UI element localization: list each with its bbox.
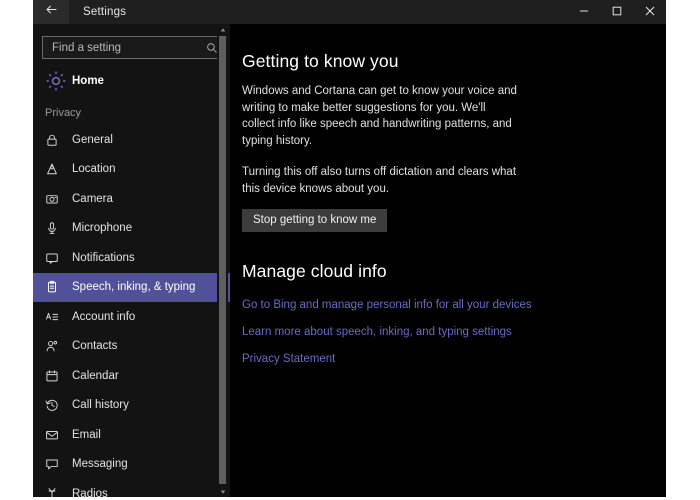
scroll-down-icon[interactable]	[217, 486, 228, 497]
sidebar-section-header: Privacy	[33, 95, 230, 125]
link-privacy-statement[interactable]: Privacy Statement	[242, 353, 335, 365]
sidebar-item-label: Email	[72, 429, 101, 441]
chat-bubble-icon	[45, 457, 67, 471]
back-arrow-icon	[45, 3, 58, 21]
notification-icon	[45, 251, 67, 265]
sidebar-item-general[interactable]: General	[33, 125, 230, 155]
maximize-icon	[612, 3, 622, 21]
sidebar-item-account-info[interactable]: Account info	[33, 302, 230, 332]
search-container	[33, 24, 230, 65]
content-panel: Getting to know you Windows and Cortana …	[230, 24, 666, 497]
sidebar-item-label: Notifications	[72, 252, 135, 264]
sidebar-item-notifications[interactable]: Notifications	[33, 243, 230, 273]
back-button[interactable]	[33, 0, 69, 24]
sidebar-item-label: Speech, inking, & typing	[72, 281, 195, 293]
scrollbar-thumb[interactable]	[219, 36, 226, 484]
minimize-icon	[579, 3, 589, 21]
lock-icon	[45, 133, 67, 147]
search-input[interactable]	[52, 42, 206, 54]
manage-cloud-info-heading: Manage cloud info	[242, 261, 666, 282]
sidebar-item-camera[interactable]: Camera	[33, 184, 230, 214]
sidebar-scrollbar[interactable]	[217, 24, 228, 497]
search-box[interactable]	[42, 36, 219, 59]
camera-icon	[45, 192, 67, 206]
sidebar-item-label: Location	[72, 163, 115, 175]
sidebar-item-label: Microphone	[72, 222, 132, 234]
clipboard-icon	[45, 280, 67, 294]
clock-history-icon	[45, 398, 67, 412]
link-bing-manage-personal-info[interactable]: Go to Bing and manage personal info for …	[242, 299, 532, 311]
sidebar-item-home[interactable]: Home	[33, 67, 230, 95]
sidebar-item-label: General	[72, 134, 113, 146]
maximize-button[interactable]	[600, 0, 633, 24]
sidebar: Home Privacy General Location Camera Microp…	[33, 24, 230, 497]
title-bar: Settings	[33, 0, 666, 24]
sidebar-item-label: Calendar	[72, 370, 119, 382]
sidebar-item-calendar[interactable]: Calendar	[33, 361, 230, 391]
sidebar-item-email[interactable]: Email	[33, 420, 230, 450]
calendar-icon	[45, 369, 67, 383]
sidebar-item-label: Home	[72, 75, 104, 87]
sidebar-item-location[interactable]: Location	[33, 155, 230, 185]
sidebar-item-microphone[interactable]: Microphone	[33, 214, 230, 244]
app-title: Settings	[69, 0, 126, 24]
sidebar-item-label: Account info	[72, 311, 135, 323]
link-learn-more-speech-inking-typing[interactable]: Learn more about speech, inking, and typ…	[242, 326, 512, 338]
scroll-up-icon[interactable]	[217, 24, 228, 35]
sidebar-item-messaging[interactable]: Messaging	[33, 450, 230, 480]
envelope-icon	[45, 428, 67, 442]
sidebar-nav-list: General Location Camera Microphone Notificat…	[33, 125, 230, 497]
page-title: Getting to know you	[242, 51, 666, 72]
sidebar-item-label: Contacts	[72, 340, 117, 352]
minimize-button[interactable]	[567, 0, 600, 24]
sidebar-item-call-history[interactable]: Call history	[33, 391, 230, 421]
sidebar-item-contacts[interactable]: Contacts	[33, 332, 230, 362]
gear-icon	[45, 70, 67, 92]
location-pin-icon	[45, 162, 67, 176]
contacts-icon	[45, 339, 67, 353]
close-button[interactable]	[633, 0, 666, 24]
intro-paragraph: Windows and Cortana can get to know your…	[242, 83, 520, 149]
sidebar-item-label: Call history	[72, 399, 129, 411]
antenna-icon	[45, 487, 67, 497]
window-controls	[567, 0, 666, 24]
sidebar-item-speech-inking-typing[interactable]: Speech, inking, & typing	[33, 273, 230, 303]
sidebar-item-radios[interactable]: Radios	[33, 479, 230, 497]
window-body: Home Privacy General Location Camera Microp…	[33, 24, 666, 497]
account-info-icon	[45, 310, 67, 324]
settings-window: Settings	[33, 0, 666, 497]
sidebar-item-label: Radios	[72, 488, 108, 497]
microphone-icon	[45, 221, 67, 235]
stop-getting-to-know-me-button[interactable]: Stop getting to know me	[242, 209, 387, 232]
sidebar-item-label: Messaging	[72, 458, 128, 470]
sidebar-item-label: Camera	[72, 193, 113, 205]
close-icon	[645, 3, 655, 21]
warning-paragraph: Turning this off also turns off dictatio…	[242, 164, 520, 197]
